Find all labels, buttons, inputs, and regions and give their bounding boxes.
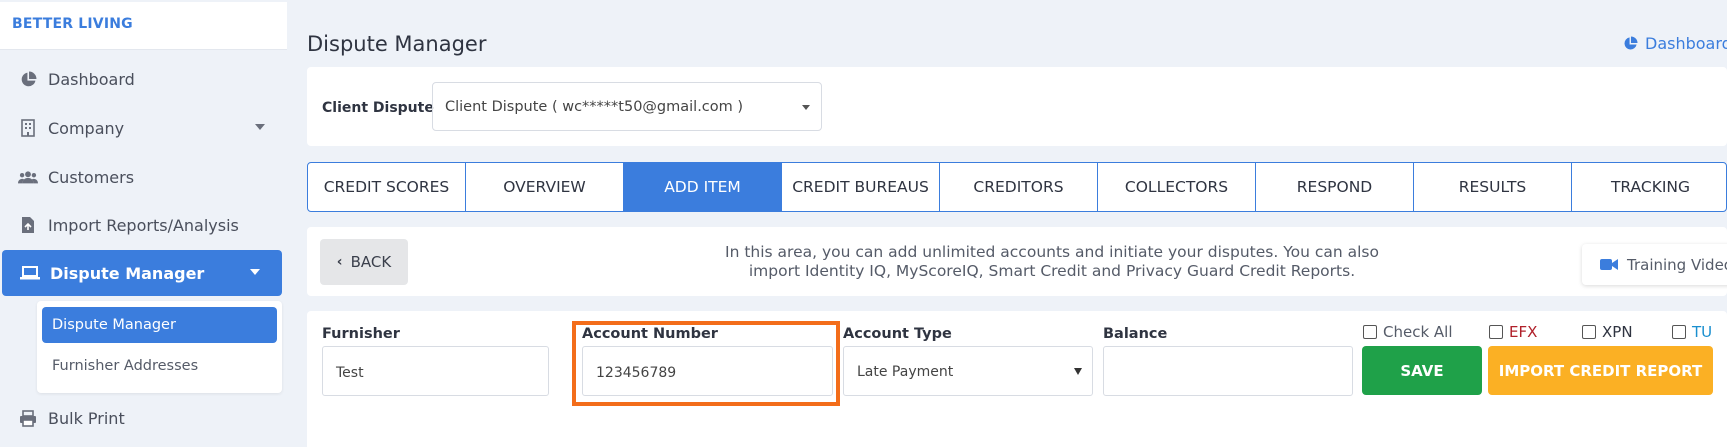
checkbox-box[interactable]	[1489, 325, 1503, 339]
client-dispute-card: Client Dispute Client Dispute ( wc*****t…	[307, 67, 1727, 146]
dispute-tabs: CREDIT SCORES OVERVIEW ADD ITEM CREDIT B…	[307, 162, 1727, 212]
chevron-down-icon	[802, 105, 810, 110]
sidebar-item-bulk-print[interactable]: Bulk Print	[0, 395, 287, 441]
sidebar-item-label: Dispute Manager	[50, 263, 205, 283]
submenu-item-dispute-manager[interactable]: Dispute Manager	[42, 307, 277, 343]
check-all-checkbox[interactable]: Check All	[1363, 323, 1453, 341]
xpn-checkbox[interactable]: XPN	[1582, 323, 1633, 341]
info-card: ‹ BACK In this area, you can add unlimit…	[307, 227, 1727, 296]
sidebar-item-import-reports[interactable]: Import Reports/Analysis	[0, 202, 287, 248]
chevron-down-icon	[255, 124, 265, 130]
users-icon	[18, 167, 38, 187]
tu-label: TU	[1692, 323, 1713, 341]
training-video-button[interactable]: Training Video	[1582, 244, 1727, 285]
sidebar-item-dispute-manager[interactable]: Dispute Manager	[2, 250, 282, 296]
check-all-label: Check All	[1383, 323, 1453, 341]
sidebar: BETTER LIVING Dashboard Company Customer…	[0, 0, 287, 447]
printer-icon	[18, 408, 38, 428]
sidebar-item-label: Customers	[48, 167, 135, 187]
training-video-label: Training Video	[1627, 255, 1727, 274]
account-type-label: Account Type	[843, 326, 952, 342]
account-type-select[interactable]: Late Payment	[843, 346, 1093, 396]
tab-tracking[interactable]: TRACKING	[1572, 163, 1726, 211]
account-type-value: Late Payment	[857, 364, 954, 380]
laptop-icon	[20, 263, 40, 283]
dashboard-link[interactable]: Dashboard	[1623, 34, 1727, 53]
building-icon	[18, 118, 38, 138]
back-button-label: BACK	[350, 253, 392, 271]
chevron-left-icon: ‹	[336, 254, 343, 270]
checkbox-box[interactable]	[1672, 325, 1686, 339]
account-number-label: Account Number	[582, 326, 718, 342]
tab-credit-bureaus[interactable]: CREDIT BUREAUS	[782, 163, 940, 211]
submenu-item-furnisher-addresses[interactable]: Furnisher Addresses	[42, 348, 277, 384]
client-dispute-label: Client Dispute	[322, 100, 434, 116]
pie-chart-icon	[1623, 36, 1638, 51]
balance-input[interactable]	[1103, 346, 1353, 396]
dashboard-link-label: Dashboard	[1645, 34, 1727, 53]
chevron-down-icon	[250, 269, 260, 275]
tab-respond[interactable]: RESPOND	[1256, 163, 1414, 211]
sidebar-item-label: Import Reports/Analysis	[48, 215, 239, 235]
account-number-input[interactable]: 123456789	[582, 346, 833, 396]
furnisher-input[interactable]: Test	[322, 346, 549, 396]
brand-logo[interactable]: BETTER LIVING	[0, 2, 287, 50]
dispute-submenu: Dispute Manager Furnisher Addresses	[37, 301, 282, 393]
tu-checkbox[interactable]: TU	[1672, 323, 1712, 341]
tab-collectors[interactable]: COLLECTORS	[1098, 163, 1256, 211]
back-button[interactable]: ‹ BACK	[320, 239, 408, 285]
chevron-down-icon	[1074, 368, 1082, 375]
tab-overview[interactable]: OVERVIEW	[466, 163, 624, 211]
save-button[interactable]: SAVE	[1362, 346, 1482, 395]
efx-checkbox[interactable]: EFX	[1489, 323, 1537, 341]
file-import-icon	[18, 215, 38, 235]
tab-creditors[interactable]: CREDITORS	[940, 163, 1098, 211]
sidebar-item-company[interactable]: Company	[0, 105, 287, 151]
sidebar-item-label: Dashboard	[48, 69, 135, 89]
sidebar-item-label: Bulk Print	[48, 408, 125, 428]
client-dispute-select[interactable]: Client Dispute ( wc*****t50@gmail.com )	[432, 82, 822, 131]
checkbox-box[interactable]	[1363, 325, 1377, 339]
sidebar-item-dashboard[interactable]: Dashboard	[0, 56, 287, 102]
page-title: Dispute Manager	[307, 32, 487, 56]
pie-chart-icon	[18, 69, 38, 89]
tab-results[interactable]: RESULTS	[1414, 163, 1572, 211]
import-credit-report-button[interactable]: IMPORT CREDIT REPORT	[1488, 346, 1713, 395]
tab-add-item[interactable]: ADD ITEM	[624, 163, 782, 211]
sidebar-item-customers[interactable]: Customers	[0, 154, 287, 200]
checkbox-box[interactable]	[1582, 325, 1596, 339]
furnisher-label: Furnisher	[322, 326, 400, 342]
sidebar-item-label: Company	[48, 118, 125, 138]
xpn-label: XPN	[1602, 323, 1633, 341]
add-item-form: Furnisher Test Account Number 123456789 …	[307, 311, 1727, 447]
efx-label: EFX	[1509, 323, 1538, 341]
video-camera-icon	[1600, 258, 1618, 271]
info-text: In this area, you can add unlimited acco…	[725, 243, 1379, 280]
client-dispute-value: Client Dispute ( wc*****t50@gmail.com )	[445, 99, 744, 115]
balance-label: Balance	[1103, 326, 1168, 342]
tab-credit-scores[interactable]: CREDIT SCORES	[308, 163, 466, 211]
